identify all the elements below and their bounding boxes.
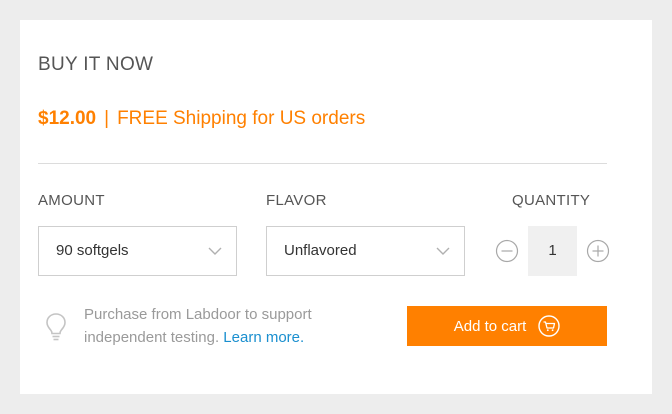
amount-select-value: 90 softgels xyxy=(56,242,129,259)
learn-more-link[interactable]: Learn more. xyxy=(223,329,304,346)
buy-it-now-card: BUY IT NOW $12.00 | FREE Shipping for US o… xyxy=(20,20,652,394)
quantity-input[interactable]: 1 xyxy=(528,226,577,276)
plus-circle-icon[interactable] xyxy=(586,239,610,263)
flavor-select[interactable]: Unflavored xyxy=(266,226,465,276)
add-to-cart-button[interactable]: Add to cart xyxy=(407,306,607,346)
chevron-down-icon xyxy=(208,247,222,255)
flavor-select-value: Unflavored xyxy=(284,242,357,259)
flavor-label: FLAVOR xyxy=(266,192,327,209)
price: $12.00 xyxy=(38,108,97,129)
quantity-label: QUANTITY xyxy=(512,192,591,209)
lightbulb-icon xyxy=(46,313,66,341)
cart-icon xyxy=(538,315,560,337)
price-separator: | xyxy=(104,108,110,129)
divider xyxy=(38,163,607,164)
add-to-cart-label: Add to cart xyxy=(453,317,527,335)
chevron-down-icon xyxy=(436,247,450,255)
amount-label: AMOUNT xyxy=(38,192,105,209)
minus-circle-icon[interactable] xyxy=(495,239,519,263)
amount-select[interactable]: 90 softgels xyxy=(38,226,237,276)
promo-text: Purchase from Labdoor to support indepen… xyxy=(84,303,354,349)
shipping-note: FREE Shipping for US orders xyxy=(117,108,366,129)
price-line: $12.00 | FREE Shipping for US orders xyxy=(38,108,365,130)
section-title: BUY IT NOW xyxy=(38,54,154,75)
